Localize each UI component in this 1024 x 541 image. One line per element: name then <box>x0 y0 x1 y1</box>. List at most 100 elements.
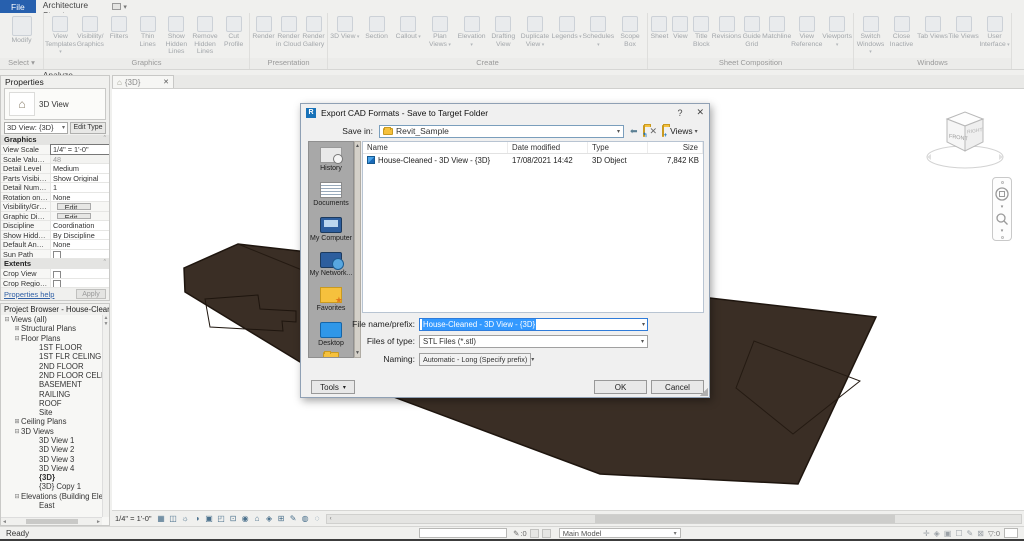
ribbon-button[interactable]: Elevation <box>456 13 487 48</box>
new-folder-button[interactable]: + <box>662 126 664 136</box>
navbar-options-dot-icon[interactable] <box>1001 181 1004 184</box>
tree-expand-icon[interactable]: ⊞ <box>13 418 21 425</box>
canvas-horizontal-scrollbar[interactable]: ‹ <box>326 514 1022 524</box>
ribbon-button[interactable]: Show Hidden Lines <box>162 13 191 56</box>
column-header[interactable]: Type <box>588 142 648 153</box>
views-menu-button[interactable]: Views ▾ <box>670 126 698 136</box>
property-row[interactable]: Discipline Coordination <box>1 221 109 231</box>
browser-vertical-scrollbar[interactable]: ▲▼ <box>102 315 109 517</box>
tree-item[interactable]: ROOF <box>1 399 109 408</box>
dialog-close-button[interactable]: ✕ <box>696 107 704 118</box>
editable-worksets-indicator[interactable]: ✎ :0 <box>513 529 527 538</box>
status-square-icon[interactable] <box>542 529 551 538</box>
panel-name-select[interactable]: Select ▾ <box>0 58 43 69</box>
edit-type-button[interactable]: Edit Type <box>70 122 106 134</box>
view-control-icon[interactable]: ✎ <box>288 513 299 524</box>
ribbon-button[interactable]: Matchline <box>762 13 791 48</box>
property-row[interactable]: Crop View <box>1 269 109 279</box>
view-control-icon[interactable]: ⊞ <box>276 513 287 524</box>
property-value[interactable] <box>51 279 109 288</box>
property-value[interactable]: By Discipline <box>51 231 109 240</box>
ribbon-button[interactable]: Duplicate View <box>519 13 550 48</box>
places-bar-item[interactable]: My Computer <box>309 212 353 247</box>
cancel-button[interactable]: Cancel <box>651 380 704 394</box>
ribbon-button[interactable]: Render <box>251 13 276 48</box>
file-name-cell[interactable]: House-Cleaned - 3D View - {3D} <box>363 156 508 165</box>
property-value[interactable] <box>51 250 109 259</box>
view-tab-3d[interactable]: ⌂ {3D} ✕ <box>112 75 174 88</box>
ribbon-tab[interactable]: Architecture <box>36 0 107 10</box>
tree-item[interactable]: ⊞ Structural Plans <box>1 324 109 333</box>
ribbon-button[interactable]: 3D View <box>329 13 360 48</box>
tree-item[interactable]: ⊟ Views (all) <box>1 315 109 324</box>
file-row[interactable]: House-Cleaned - 3D View - {3D} 17/08/202… <box>363 154 703 166</box>
view-control-icon[interactable]: ⌂ <box>252 513 263 524</box>
places-bar-item[interactable]: History <box>309 142 353 177</box>
selection-option-icon[interactable]: ⊠ <box>977 529 984 538</box>
selection-option-icon[interactable]: ☐ <box>955 529 962 538</box>
collapse-icon[interactable]: ˆ <box>104 259 106 269</box>
property-row[interactable]: Visibility/Graphics Edit... <box>1 202 109 212</box>
property-value[interactable]: Edit... <box>57 203 91 210</box>
property-row[interactable]: View Scale 1/4" = 1'-0" <box>1 145 109 155</box>
ribbon-button[interactable]: Drafting View <box>488 13 519 48</box>
property-row[interactable]: Detail Number 1 <box>1 183 109 193</box>
tree-item[interactable]: 3D View 2 <box>1 445 109 454</box>
tree-item[interactable]: 3D View 1 <box>1 436 109 445</box>
zoom-region-icon[interactable] <box>995 212 1009 226</box>
type-preview[interactable]: ⌂ 3D View <box>4 88 106 120</box>
save-in-combobox[interactable]: Revit_Sample ▾ <box>379 125 624 138</box>
property-row[interactable]: Show Hidden Lines By Discipline <box>1 231 109 241</box>
selection-option-icon[interactable]: ✛ <box>923 529 930 538</box>
ribbon-button[interactable]: Guide Grid <box>741 13 762 48</box>
tree-expand-icon[interactable]: ⊟ <box>3 316 11 323</box>
view-control-icon[interactable]: ◈ <box>264 513 275 524</box>
dialog-resize-grip[interactable] <box>700 388 708 396</box>
caret-down-icon[interactable]: ▾ <box>1001 228 1004 234</box>
view-control-icon[interactable]: ◉ <box>240 513 251 524</box>
property-row[interactable]: Scale Value 1: 48 <box>1 155 109 165</box>
property-value[interactable]: 1/4" = 1'-0" <box>51 145 109 154</box>
ribbon-button[interactable]: Visibility/ Graphics <box>76 13 105 56</box>
ribbon-button[interactable]: Tile Views <box>948 13 979 56</box>
browser-horizontal-scrollbar[interactable]: ◄ ► <box>1 517 102 525</box>
back-button-icon[interactable]: ⬅ <box>630 126 638 137</box>
tree-item[interactable]: RAILING <box>1 389 109 398</box>
ribbon-button[interactable]: View Templates <box>45 13 76 56</box>
selection-filter-indicator[interactable]: ▽:0 <box>988 529 1000 538</box>
ribbon-button[interactable]: Schedules <box>583 13 614 48</box>
scrollbar-thumb[interactable] <box>26 519 78 524</box>
status-square-icon[interactable] <box>530 529 539 538</box>
ribbon-button[interactable]: Render in Cloud <box>276 13 301 48</box>
tree-item[interactable]: 1ST FLR CELING <box>1 352 109 361</box>
property-row[interactable]: Graphic Display Edit... <box>1 212 109 222</box>
properties-help-link[interactable]: Properties help <box>4 290 54 299</box>
ribbon-button[interactable]: Render Gallery <box>301 13 326 48</box>
tree-item[interactable]: ⊟ 3D Views <box>1 427 109 436</box>
caret-down-icon[interactable]: ▾ <box>1001 204 1004 210</box>
ribbon-button[interactable]: Revisions <box>712 13 741 48</box>
tree-item[interactable]: 2ND FLOOR <box>1 361 109 370</box>
property-value[interactable]: Edit... <box>57 213 91 220</box>
tree-item[interactable]: ⊟ Floor Plans <box>1 334 109 343</box>
tree-item[interactable]: {3D} <box>1 473 109 482</box>
naming-combobox[interactable]: Automatic - Long (Specify prefix) ▾ <box>419 353 531 366</box>
section-header-graphics[interactable]: Graphics ˆ <box>1 135 109 145</box>
apply-button[interactable]: Apply <box>76 289 106 299</box>
places-bar-item[interactable]: My Network... <box>309 247 353 282</box>
tree-item[interactable]: {3D} Copy 1 <box>1 482 109 491</box>
column-header[interactable]: Name <box>363 142 508 153</box>
scroll-left-arrow-icon[interactable]: ◄ <box>2 519 7 525</box>
ribbon-button[interactable]: User Interface <box>979 13 1010 56</box>
view-control-icon[interactable]: ▣ <box>204 513 215 524</box>
ribbon-button[interactable]: Cut Profile <box>219 13 248 56</box>
files-of-type-combobox[interactable]: STL Files (*.stl) ▾ <box>419 335 648 348</box>
ribbon-button[interactable]: Viewports <box>822 13 852 48</box>
property-value[interactable]: Coordination <box>51 221 109 230</box>
ribbon-button[interactable]: Close Inactive <box>886 13 917 56</box>
tree-item[interactable]: Site <box>1 408 109 417</box>
dialog-title-bar[interactable]: R Export CAD Formats - Save to Target Fo… <box>301 104 709 121</box>
file-menu-button[interactable]: File <box>0 0 36 13</box>
property-row[interactable]: Default Analysis None <box>1 240 109 250</box>
status-edit-box[interactable] <box>1004 528 1018 538</box>
